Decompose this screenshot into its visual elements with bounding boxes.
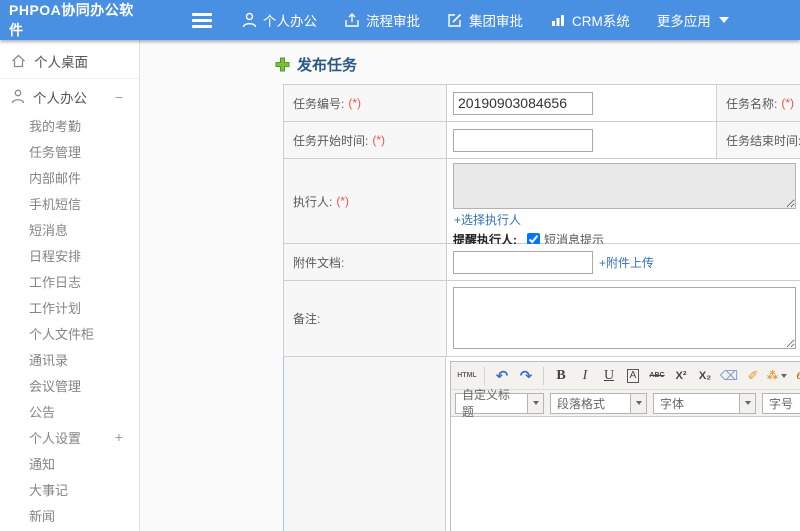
blockquote-button[interactable]: 66 — [790, 366, 800, 386]
undo-button[interactable]: ↶ — [491, 366, 513, 386]
sidebar-item-meeting-management[interactable]: 会议管理 — [0, 372, 139, 398]
strikethrough-button[interactable]: ABC — [646, 366, 668, 386]
sidebar-item-label: 个人桌面 — [34, 54, 88, 70]
top-bar: PHPOA协同办公软件 个人办公 流程审批 集团审批 CRM系统 更多应用 — [0, 0, 800, 40]
font-family-select[interactable]: 字体 — [653, 392, 756, 414]
nav-personal-office[interactable]: 个人办公 — [242, 10, 317, 30]
sidebar-item-major-events[interactable]: 大事记 — [0, 476, 139, 502]
sidebar-divider — [0, 78, 139, 79]
crm-chart-icon — [552, 15, 564, 26]
workflow-approval-icon — [345, 13, 359, 27]
group-approval-icon — [448, 13, 462, 27]
page-title: 发布任务 — [275, 54, 357, 75]
sidebar-item-notice[interactable]: 通知 — [0, 450, 139, 476]
bold-button[interactable]: B — [550, 366, 572, 386]
sidebar-item-announcement[interactable]: 公告 — [0, 398, 139, 424]
expand-icon[interactable]: + — [115, 429, 123, 445]
start-time-input[interactable] — [453, 128, 593, 152]
user-icon — [11, 89, 25, 104]
sidebar-item-internal-mail[interactable]: 内部邮件 — [0, 164, 139, 190]
add-icon — [275, 57, 290, 72]
italic-button[interactable]: I — [574, 366, 596, 386]
app-window: PHPOA协同办公软件 个人办公 流程审批 集团审批 CRM系统 更多应用 个人… — [0, 0, 800, 531]
caret-down-icon — [527, 392, 544, 414]
nav-label: 更多应用 — [656, 14, 711, 29]
nav-label: 个人办公 — [263, 14, 317, 29]
underline-button[interactable]: U — [598, 366, 620, 386]
description-label: 任务描述:(*) — [283, 357, 446, 531]
sidebar-item-short-message[interactable]: 短消息 — [0, 216, 139, 242]
format-brush-button[interactable]: ✐ — [742, 366, 764, 386]
publish-task-form: 任务编号:(*) 任务名称:(*) 任务开始时间:(*) — [283, 84, 800, 531]
custom-title-select[interactable]: 自定义标题 — [455, 388, 544, 419]
editor-content-area[interactable] — [451, 417, 800, 531]
sidebar-item-work-plan[interactable]: 工作计划 — [0, 294, 139, 320]
top-nav: 个人办公 流程审批 集团审批 CRM系统 更多应用 — [242, 10, 756, 30]
collapse-icon[interactable]: − — [115, 89, 123, 105]
sidebar-item-personal-desktop[interactable]: 个人桌面 — [0, 45, 139, 76]
char-border-button[interactable]: A — [622, 366, 644, 386]
user-icon — [242, 12, 257, 28]
superscript-button[interactable]: X² — [670, 366, 692, 386]
task-number-input[interactable] — [453, 91, 593, 115]
caret-down-icon — [739, 392, 756, 414]
app-logo: PHPOA协同办公软件 — [9, 2, 134, 38]
nav-crm-system[interactable]: CRM系统 — [550, 10, 630, 30]
attachment-upload-link[interactable]: +附件上传 — [599, 254, 654, 271]
executor-display-area[interactable] — [453, 163, 796, 209]
paragraph-format-select[interactable]: 段落格式 — [550, 392, 647, 414]
nav-group-approval[interactable]: 集团审批 — [447, 10, 523, 30]
sidebar: 个人桌面 个人办公 − 我的考勤 任务管理 内部邮件 手机短信 短消息 日程安排… — [0, 40, 140, 531]
caret-down-icon — [718, 17, 729, 23]
sidebar-item-mobile-sms[interactable]: 手机短信 — [0, 190, 139, 216]
sidebar-item-personal-settings[interactable]: 个人设置 + — [0, 424, 139, 450]
sidebar-item-file-cabinet[interactable]: 个人文件柜 — [0, 320, 139, 346]
sidebar-item-my-attendance[interactable]: 我的考勤 — [0, 112, 139, 138]
task-number-label: 任务编号: (*) — [284, 85, 447, 122]
remove-format-button[interactable]: ⌫ — [718, 366, 740, 386]
caret-down-icon — [781, 373, 788, 378]
start-time-label: 任务开始时间: (*) — [284, 122, 447, 159]
main-content: 发布任务 任务编号:(*) 任务名称:(*) — [141, 40, 800, 531]
remark-label: 备注: — [284, 281, 447, 357]
remark-textarea[interactable] — [453, 287, 796, 349]
rich-text-editor: HTML ↶ ↷ B I U A ABC X² X₂ ⌫ ✐ ⁂ 自定义标题 段… — [450, 361, 800, 531]
sidebar-item-personal-office[interactable]: 个人办公 − — [0, 81, 139, 112]
nav-label: 流程审批 — [366, 14, 420, 29]
html-source-button[interactable]: HTML — [456, 366, 478, 386]
redo-button[interactable]: ↷ — [515, 366, 537, 386]
attachment-input[interactable] — [453, 250, 593, 274]
subscript-button[interactable]: X₂ — [694, 366, 716, 386]
nav-label: CRM系统 — [572, 14, 630, 29]
attachment-label: 附件文档: — [284, 244, 447, 281]
executor-label: 执行人: (*) — [284, 159, 447, 244]
sidebar-item-work-log[interactable]: 工作日志 — [0, 268, 139, 294]
sidebar-item-task-management[interactable]: 任务管理 — [0, 138, 139, 164]
font-size-select[interactable]: 字号 — [762, 392, 800, 414]
task-name-label: 任务名称: (*) — [717, 85, 800, 122]
sidebar-item-label: 个人办公 — [33, 90, 87, 106]
end-time-label: 任务结束时间:(*) — [717, 122, 800, 159]
nav-label: 集团审批 — [469, 14, 523, 29]
nav-workflow-approval[interactable]: 流程审批 — [344, 10, 420, 30]
sidebar-item-contacts[interactable]: 通讯录 — [0, 346, 139, 372]
choose-executor-link[interactable]: +选择执行人 — [454, 211, 521, 228]
editor-toolbar-row2: 自定义标题 段落格式 字体 字号 — [451, 388, 800, 419]
nav-more-apps[interactable]: 更多应用 — [657, 10, 729, 30]
auto-typeset-button[interactable]: ⁂ — [766, 366, 788, 386]
sidebar-item-news[interactable]: 新闻 — [0, 502, 139, 528]
home-icon — [12, 54, 25, 67]
sidebar-item-schedule[interactable]: 日程安排 — [0, 242, 139, 268]
hamburger-menu-icon[interactable] — [192, 12, 214, 28]
caret-down-icon — [630, 392, 647, 414]
